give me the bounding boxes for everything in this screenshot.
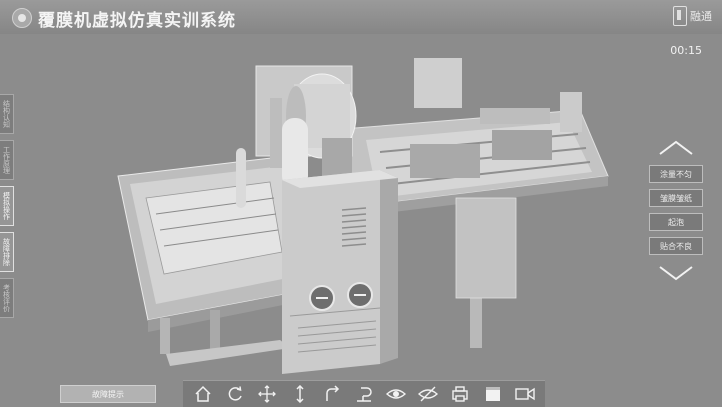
machine-3d-view[interactable] — [60, 48, 630, 378]
fault-poor-bonding-button[interactable]: 贴合不良 — [649, 237, 703, 255]
post — [560, 92, 582, 132]
vertical-move-icon — [296, 385, 304, 403]
fault-hint-button[interactable]: 故障提示 — [60, 385, 156, 403]
guide-roller — [236, 148, 246, 208]
tab-simulation[interactable]: 模拟操作 — [0, 186, 14, 226]
title-bar: 覆膜机虚拟仿真实训系统 融通 — [0, 0, 722, 34]
camera-button[interactable] — [513, 382, 537, 406]
camera-icon — [515, 387, 535, 401]
screen-button[interactable] — [481, 382, 505, 406]
delivery-pedestal — [456, 198, 516, 298]
print-icon — [452, 386, 469, 402]
conveyor-block — [410, 144, 480, 178]
cabinet-side — [380, 170, 398, 364]
undo-button[interactable] — [352, 382, 376, 406]
home-button[interactable] — [191, 382, 215, 406]
brand-name: 融通 — [690, 10, 712, 23]
tab-principle[interactable]: 工作原理 — [0, 140, 14, 180]
fault-bubble-button[interactable]: 起泡 — [649, 213, 703, 231]
floor-bar — [166, 340, 290, 366]
screen-icon — [485, 387, 500, 401]
chevron-up-icon — [659, 140, 693, 155]
app-title: 覆膜机虚拟仿真实训系统 — [38, 11, 236, 31]
print-button[interactable] — [448, 382, 472, 406]
tab-structure[interactable]: 结构认知 — [0, 94, 14, 134]
front-cabinet — [282, 170, 380, 374]
brand-mark-icon — [673, 6, 687, 26]
rotate-icon — [228, 386, 242, 401]
fault-uneven-coating-button[interactable]: 涂量不匀 — [649, 165, 703, 183]
rail — [480, 108, 550, 124]
home-icon — [195, 385, 211, 402]
lamination-roller — [282, 118, 308, 188]
reset-view-button[interactable] — [320, 382, 344, 406]
show-icon — [386, 389, 407, 399]
hide-button[interactable] — [416, 382, 440, 406]
conveyor-block — [492, 130, 552, 160]
undo-icon — [356, 387, 372, 402]
timer: 00:15 — [670, 44, 702, 57]
app-logo-icon — [12, 8, 32, 28]
left-mode-tabs: 结构认知 工作原理 模拟操作 故障排除 考核评价 — [0, 94, 16, 324]
hide-icon — [418, 386, 439, 402]
fault-wrinkle-button[interactable]: 皱膜皱纸 — [649, 189, 703, 207]
scroll-up-button[interactable] — [648, 136, 704, 160]
table-leg — [160, 318, 170, 354]
frame-column — [270, 98, 282, 168]
rotate-button[interactable] — [223, 382, 247, 406]
chevron-down-icon — [659, 266, 693, 281]
move-button[interactable] — [255, 382, 279, 406]
vertical-move-button[interactable] — [288, 382, 312, 406]
top-box — [414, 58, 462, 108]
brand-logo: 融通 — [673, 6, 712, 26]
scroll-down-button[interactable] — [648, 261, 704, 285]
move-icon — [258, 385, 277, 403]
fault-panel: 涂量不匀 皱膜皱纸 起泡 贴合不良 — [648, 136, 704, 285]
tab-assessment[interactable]: 考核评价 — [0, 278, 14, 318]
bottom-toolbar — [183, 380, 545, 407]
show-button[interactable] — [384, 382, 408, 406]
reset-icon — [326, 385, 339, 401]
tab-troubleshooting[interactable]: 故障排除 — [0, 232, 14, 272]
